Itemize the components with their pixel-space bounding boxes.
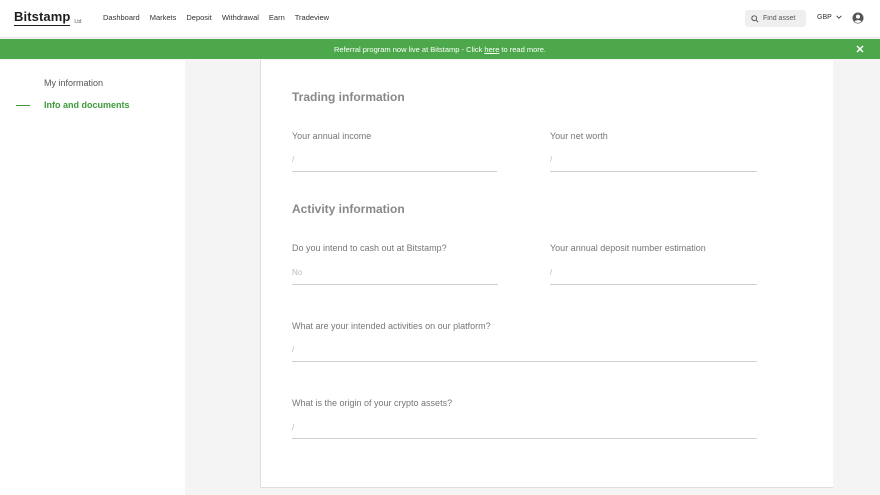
brand-name: Bitstamp — [14, 9, 71, 26]
field-underline — [292, 284, 498, 285]
field-underline — [550, 171, 757, 172]
main-nav: Dashboard Markets Deposit Withdrawal Ear… — [103, 13, 339, 22]
nav-earn[interactable]: Earn — [269, 13, 285, 22]
currency-selector[interactable]: GBP — [817, 13, 843, 21]
section-title-activity: Activity information — [292, 202, 405, 216]
top-nav: Bitstamp Ltd Dashboard Markets Deposit W… — [0, 0, 880, 38]
banner-link[interactable]: here — [484, 45, 499, 54]
nav-dashboard[interactable]: Dashboard — [103, 13, 140, 22]
search-box[interactable] — [745, 10, 806, 27]
nav-deposit[interactable]: Deposit — [186, 13, 211, 22]
sidebar: My information Info and documents — [0, 60, 185, 495]
field-value-intended-activities: / — [292, 345, 295, 354]
banner-text-before: Referral program now live at Bitstamp - … — [333, 44, 483, 54]
nav-withdrawal[interactable]: Withdrawal — [222, 13, 259, 22]
field-label-cash-out: Do you intend to cash out at Bitstamp? — [292, 243, 447, 253]
close-icon[interactable] — [855, 44, 865, 54]
field-underline — [292, 171, 497, 172]
field-underline — [292, 361, 757, 362]
field-value-deposit-estimation: / — [550, 268, 553, 277]
user-avatar-icon[interactable] — [852, 12, 864, 24]
section-title-trading: Trading information — [292, 90, 405, 104]
search-icon — [751, 14, 759, 23]
brand-logo[interactable]: Bitstamp Ltd — [14, 10, 81, 26]
field-underline — [550, 284, 757, 285]
field-label-net-worth: Your net worth — [550, 131, 608, 141]
nav-markets[interactable]: Markets — [150, 13, 177, 22]
nav-tradeview[interactable]: Tradeview — [295, 13, 329, 22]
field-underline — [292, 438, 757, 439]
sidebar-item-info-and-documents[interactable]: Info and documents — [44, 100, 130, 110]
field-value-net-worth: / — [550, 155, 553, 164]
banner-text-after: to read more. — [501, 44, 546, 54]
field-label-intended-activities: What are your intended activities on our… — [292, 321, 491, 331]
search-input[interactable] — [763, 15, 805, 22]
info-card: Trading information Your annual income /… — [260, 60, 833, 488]
sidebar-item-my-information[interactable]: My information — [44, 78, 103, 88]
field-label-deposit-estimation: Your annual deposit number estimation — [550, 243, 706, 253]
referral-banner: Referral program now live at Bitstamp - … — [0, 39, 880, 59]
active-indicator — [16, 105, 30, 106]
field-label-crypto-origin: What is the origin of your crypto assets… — [292, 398, 453, 408]
field-value-annual-income: / — [292, 155, 295, 164]
field-value-crypto-origin: / — [292, 423, 295, 432]
chevron-down-icon — [836, 15, 842, 19]
field-value-cash-out: No — [292, 268, 303, 277]
field-label-annual-income: Your annual income — [292, 131, 372, 141]
brand-suffix: Ltd — [74, 19, 82, 25]
currency-label: GBP — [817, 13, 832, 21]
